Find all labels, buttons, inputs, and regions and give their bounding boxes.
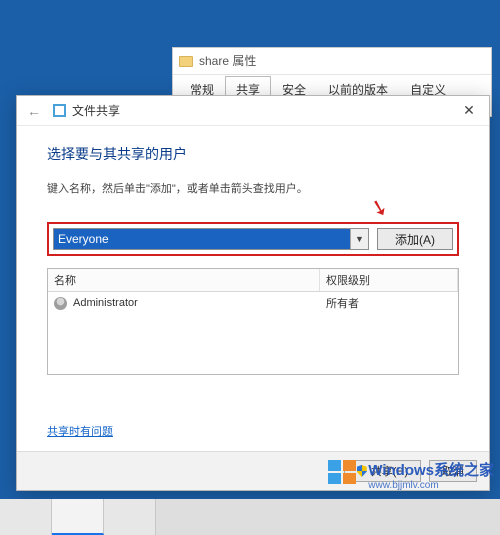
cell-name: Administrator (48, 294, 320, 313)
share-icon (53, 104, 66, 117)
taskbar (0, 499, 500, 535)
properties-title-text: share 属性 (199, 48, 256, 74)
dialog-instruction: 键入名称，然后单击"添加"，或者单击箭头查找用户。 (47, 180, 459, 196)
user-icon (54, 297, 67, 310)
add-button[interactable]: 添加(A) (377, 228, 453, 250)
taskbar-item[interactable] (104, 499, 156, 535)
column-header-permission[interactable]: 权限级别 (320, 269, 458, 291)
windows-logo-icon (328, 460, 362, 490)
table-empty-space (48, 314, 458, 374)
user-combobox[interactable]: ▼ (53, 228, 369, 250)
table-header: 名称 权限级别 (48, 269, 458, 292)
dialog-body: 选择要与其共享的用户 键入名称，然后单击"添加"，或者单击箭头查找用户。 ▼ 添… (17, 126, 489, 451)
file-sharing-dialog: ← 文件共享 ✕ 选择要与其共享的用户 键入名称，然后单击"添加"，或者单击箭头… (16, 95, 490, 491)
table-row[interactable]: Administrator 所有者 (48, 292, 458, 314)
watermark-brand: Windows系统之家 (368, 459, 494, 480)
cell-name-text: Administrator (73, 297, 138, 309)
help-link[interactable]: 共享时有问题 (47, 423, 459, 439)
desktop: share 属性 常规 共享 安全 以前的版本 自定义 ← 文件共享 ✕ 选择要… (0, 0, 500, 535)
watermark: Windows系统之家 www.bjjmlv.com (328, 459, 494, 491)
dialog-header: ← 文件共享 ✕ (17, 96, 489, 126)
close-button[interactable]: ✕ (449, 96, 489, 124)
user-input[interactable] (54, 229, 350, 249)
dialog-heading: 选择要与其共享的用户 (47, 144, 459, 164)
dialog-title-text: 文件共享 (72, 102, 120, 119)
taskbar-item[interactable] (52, 499, 104, 535)
chevron-down-icon[interactable]: ▼ (350, 229, 368, 249)
cell-permission: 所有者 (320, 292, 458, 314)
back-arrow-icon[interactable]: ← (23, 103, 45, 119)
watermark-text: Windows系统之家 www.bjjmlv.com (368, 459, 494, 491)
watermark-url: www.bjjmlv.com (368, 480, 494, 491)
properties-titlebar: share 属性 (173, 48, 491, 74)
column-header-name[interactable]: 名称 (48, 269, 320, 291)
user-permissions-table: 名称 权限级别 Administrator 所有者 (47, 268, 459, 375)
add-user-row: ▼ 添加(A) (47, 222, 459, 256)
folder-icon (179, 56, 193, 67)
dialog-title: 文件共享 (53, 102, 120, 119)
taskbar-item[interactable] (0, 499, 52, 535)
